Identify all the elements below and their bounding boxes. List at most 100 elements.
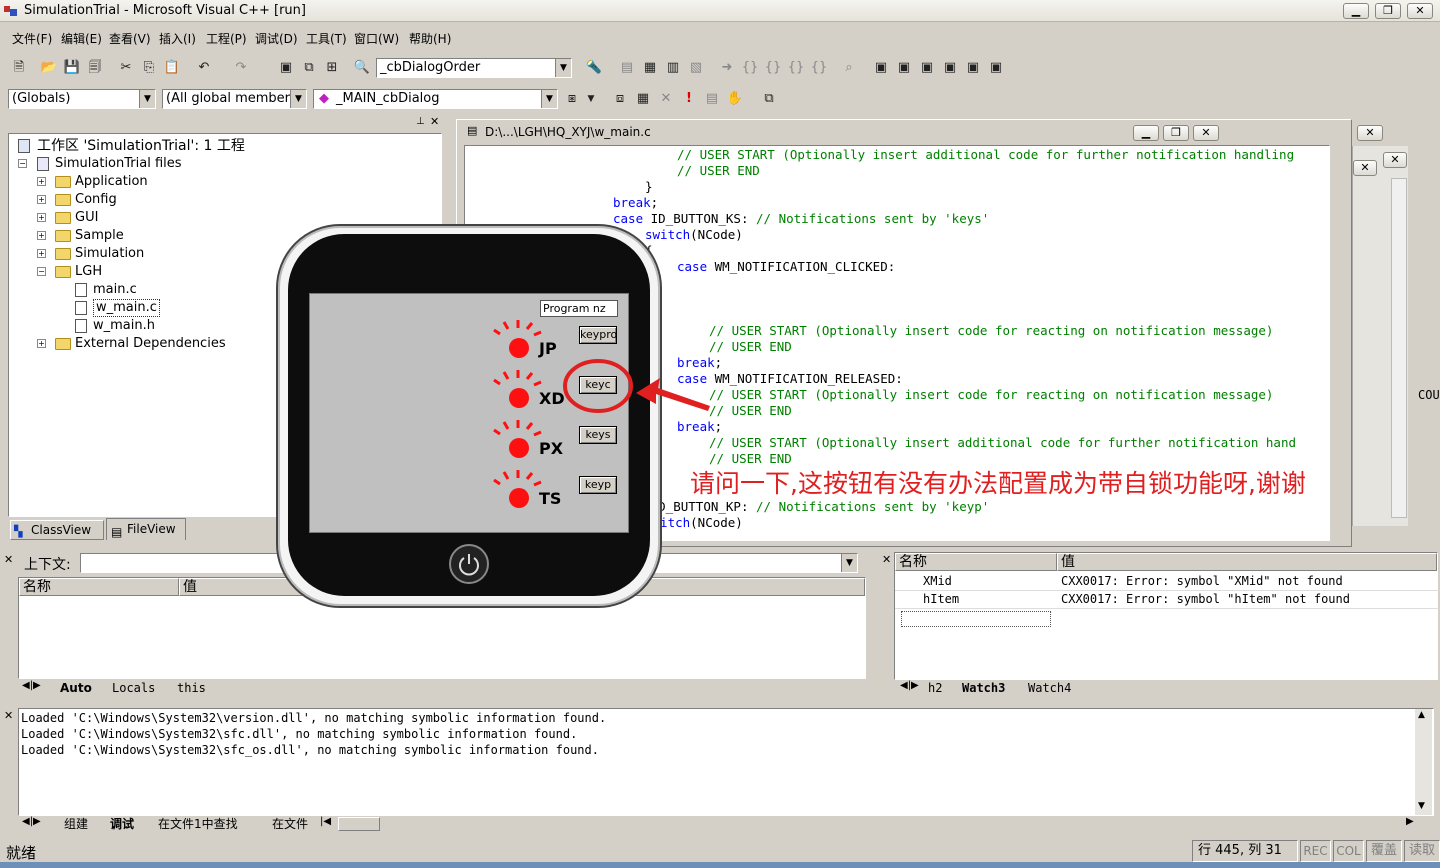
save-icon[interactable]: 💾 (63, 59, 81, 77)
watch-list[interactable]: 名称 值 XMid CXX0017: Error: symbol "XMid" … (894, 552, 1439, 680)
globals-combo[interactable]: (Globals) ▼ (8, 89, 156, 109)
close-icon[interactable]: ✕ (882, 553, 891, 566)
wizard-action-icon[interactable]: ⧆ (563, 90, 581, 108)
callstack-window-icon[interactable]: ▣ (964, 59, 982, 77)
close-icon[interactable]: ✕ (4, 553, 13, 566)
menu-debug[interactable]: 调试(D) (255, 30, 298, 47)
redo-icon[interactable]: ↷ (232, 59, 250, 77)
menu-window[interactable]: 窗口(W) (354, 30, 399, 47)
scroll-down-icon[interactable]: ▼ (1418, 801, 1425, 811)
paste-icon[interactable]: 📋 (163, 59, 181, 77)
members-combo[interactable]: (All global members ▼ (162, 89, 307, 109)
menu-help[interactable]: 帮助(H) (409, 30, 451, 47)
undo-icon[interactable]: ↶ (195, 59, 213, 77)
tab-find-in-files-1[interactable]: 在文件1中查找 (158, 816, 238, 833)
workspace-toggle-icon[interactable]: ▣ (277, 59, 295, 77)
device-key-button[interactable]: keyp (579, 476, 617, 494)
watch-window-icon[interactable]: ▣ (872, 59, 890, 77)
menu-file[interactable]: 文件(F) (12, 30, 52, 47)
tab-scroll-icons[interactable]: ◀|▶ (22, 816, 41, 827)
build-icon[interactable]: ▦ (641, 59, 659, 77)
go-icon[interactable]: ➜ (718, 59, 736, 77)
tab-watch-h2[interactable]: h2 (928, 680, 942, 697)
restore-button[interactable]: ❐ (1375, 3, 1401, 19)
device-key-button[interactable]: keypro (579, 326, 617, 344)
watch-row-name[interactable]: XMid (923, 574, 952, 588)
step-over-icon[interactable]: {} (764, 59, 782, 77)
tab-scroll-icons[interactable]: ◀|▶ (900, 680, 919, 691)
split-box[interactable] (1329, 516, 1330, 534)
execute-icon[interactable]: ▧ (687, 59, 705, 77)
expand-icon[interactable]: + (37, 177, 46, 186)
chevron-down-icon[interactable]: ▼ (841, 554, 857, 572)
run-to-cursor-icon[interactable]: {} (810, 59, 828, 77)
expand-icon[interactable]: + (37, 213, 46, 222)
close-icon[interactable]: ✕ (4, 709, 13, 722)
menu-tools[interactable]: 工具(T) (306, 30, 347, 47)
tree-project[interactable]: − SimulationTrial files (9, 155, 439, 173)
chevron-down-icon[interactable]: ▼ (290, 90, 306, 108)
tab-watch3[interactable]: Watch3 (962, 680, 1005, 697)
horizontal-scroll-thumb[interactable] (338, 817, 380, 831)
tab-watch4[interactable]: Watch4 (1028, 680, 1071, 697)
collapse-icon[interactable]: − (37, 267, 46, 276)
tab-this[interactable]: this (177, 680, 206, 697)
minimize-button[interactable]: ▁ (1343, 3, 1369, 19)
tab-debug[interactable]: 调试 (110, 816, 134, 833)
collapse-icon[interactable]: − (18, 159, 27, 168)
cut-icon[interactable]: ✂ (117, 59, 135, 77)
find-in-files-icon[interactable]: 🔍 (353, 59, 371, 77)
exclamation-icon[interactable]: ! (680, 90, 698, 108)
output-text-area[interactable]: Loaded 'C:\Windows\System32\version.dll'… (18, 708, 1434, 816)
chevron-down-icon[interactable]: ▼ (139, 90, 155, 108)
find-icon[interactable]: 🔦 (585, 59, 603, 77)
expand-icon[interactable]: + (37, 231, 46, 240)
program-edit-field[interactable]: Program nz (540, 300, 618, 317)
expand-icon[interactable]: + (37, 249, 46, 258)
menu-insert[interactable]: 插入(I) (159, 30, 196, 47)
watch-row-name[interactable]: hItem (923, 592, 959, 606)
breakpoint-list-icon[interactable]: ▤ (703, 90, 721, 108)
watch-col-name[interactable]: 名称 (895, 553, 1057, 571)
build-mini-icon[interactable]: ⧈ (611, 90, 629, 108)
tab-build[interactable]: 组建 (64, 816, 88, 833)
output-window-icon[interactable]: ⧉ (300, 59, 318, 77)
tab-locals[interactable]: Locals (112, 680, 155, 697)
expand-icon[interactable]: + (37, 195, 46, 204)
variables-col-name[interactable]: 名称 (19, 578, 179, 596)
background-scrollbar[interactable] (1391, 178, 1407, 518)
editor-close-button[interactable]: ✕ (1193, 125, 1219, 141)
chevron-down-icon[interactable]: ▼ (555, 59, 571, 77)
registers-window-icon[interactable]: ▣ (918, 59, 936, 77)
chevron-down-icon[interactable]: ▼ (582, 90, 600, 108)
scroll-up-icon[interactable]: ▲ (1329, 146, 1330, 162)
close-icon[interactable]: ✕ (430, 115, 439, 128)
tree-root[interactable]: 工作区 'SimulationTrial': 1 工程 (9, 137, 439, 155)
device-key-button[interactable]: keys (579, 426, 617, 444)
disassembly-window-icon[interactable]: ▣ (987, 59, 1005, 77)
background-close-button[interactable]: ✕ (1383, 152, 1407, 168)
scroll-thumb[interactable] (1329, 324, 1330, 342)
output-vertical-scrollbar[interactable]: ▲ ▼ (1415, 709, 1432, 815)
memory-window-icon[interactable]: ▣ (941, 59, 959, 77)
horizontal-scroll-left-icon[interactable]: |◀ (320, 816, 331, 827)
tree-item[interactable]: + Config (9, 191, 439, 209)
menu-edit[interactable]: 编辑(E) (61, 30, 102, 47)
step-out-icon[interactable]: {} (787, 59, 805, 77)
step-into-icon[interactable]: {} (741, 59, 759, 77)
stop-build-icon[interactable]: ▥ (664, 59, 682, 77)
find-combo[interactable]: _cbDialogOrder ▼ (376, 58, 572, 78)
editor-minimize-button[interactable]: ▁ (1133, 125, 1159, 141)
chevron-down-icon[interactable]: ▼ (541, 90, 557, 108)
debug-toolbar-icon[interactable]: ⧉ (760, 90, 778, 108)
build-target-icon[interactable]: ▦ (634, 90, 652, 108)
stop-mini-icon[interactable]: ✕ (657, 90, 675, 108)
tab-scroll-icons[interactable]: ◀|▶ (22, 680, 41, 691)
menu-project[interactable]: 工程(P) (206, 30, 247, 47)
panel-dock-icon[interactable]: ⊥ (416, 116, 425, 127)
editor-restore-button[interactable]: ❐ (1163, 125, 1189, 141)
function-combo[interactable]: ◆ _MAIN_cbDialog ▼ (313, 89, 558, 109)
watch-col-value[interactable]: 值 (1057, 553, 1437, 571)
background-window-close[interactable]: ✕ (1357, 125, 1383, 141)
watch-new-entry[interactable] (901, 611, 1051, 627)
